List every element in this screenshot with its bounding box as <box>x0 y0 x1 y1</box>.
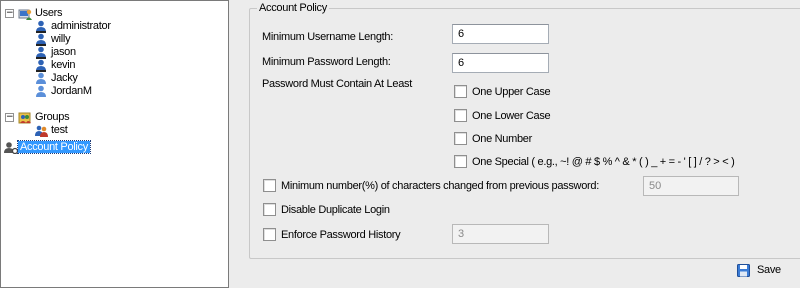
groups-folder-icon <box>18 112 31 124</box>
user-icon <box>36 33 46 46</box>
special-char-label: One Special ( e.g., ~! @ # $ % ^ & * ( )… <box>472 156 735 168</box>
upper-case-checkbox[interactable] <box>454 85 467 98</box>
tree-item-user[interactable]: jason <box>49 46 78 58</box>
tree-item-account-policy[interactable]: Account Policy <box>17 140 91 154</box>
tree-item-user[interactable]: administrator <box>49 20 113 32</box>
enforce-history-input[interactable] <box>452 224 549 244</box>
save-disk-icon <box>737 263 750 277</box>
tree-item-user[interactable]: kevin <box>49 59 77 71</box>
users-collapse-toggle[interactable]: − <box>5 9 14 18</box>
number-label: One Number <box>472 133 532 145</box>
save-button[interactable]: Save <box>737 262 781 278</box>
tree-item-users[interactable]: Users <box>33 7 64 19</box>
min-username-label: Minimum Username Length: <box>262 31 393 43</box>
enforce-history-checkbox[interactable] <box>263 228 276 241</box>
user-icon <box>36 85 46 97</box>
disable-duplicate-login-label: Disable Duplicate Login <box>281 204 390 216</box>
lower-case-checkbox[interactable] <box>454 109 467 122</box>
account-policy-icon <box>4 142 18 154</box>
enforce-history-label: Enforce Password History <box>281 229 401 241</box>
users-folder-icon <box>18 9 32 20</box>
min-username-input[interactable] <box>452 24 549 44</box>
minus-icon: − <box>6 112 14 122</box>
minus-icon: − <box>6 8 14 18</box>
group-icon <box>35 125 48 137</box>
navigation-tree: − Users administrator willy jason kevin … <box>0 0 229 288</box>
groups-collapse-toggle[interactable]: − <box>5 113 14 122</box>
min-changed-checkbox[interactable] <box>263 179 276 192</box>
account-policy-panel: Account Policy Minimum Username Length: … <box>229 0 800 288</box>
user-icon <box>36 72 46 84</box>
tree-item-user[interactable]: willy <box>49 33 72 45</box>
tree-item-groups[interactable]: Groups <box>33 111 71 123</box>
min-password-input[interactable] <box>452 53 549 73</box>
tree-item-user[interactable]: JordanM <box>49 85 94 97</box>
user-icon <box>36 59 46 72</box>
user-icon <box>36 46 46 59</box>
must-contain-label: Password Must Contain At Least <box>262 78 412 90</box>
user-icon <box>36 20 46 33</box>
disable-duplicate-login-checkbox[interactable] <box>263 203 276 216</box>
min-changed-input[interactable] <box>643 176 739 196</box>
min-password-label: Minimum Password Length: <box>262 56 391 68</box>
lower-case-label: One Lower Case <box>472 110 551 122</box>
special-char-checkbox[interactable] <box>454 155 467 168</box>
upper-case-label: One Upper Case <box>472 86 551 98</box>
tree-item-user[interactable]: Jacky <box>49 72 80 84</box>
min-changed-label: Minimum number(%) of characters changed … <box>281 180 599 192</box>
tree-item-group[interactable]: test <box>49 124 70 136</box>
save-label: Save <box>757 264 781 276</box>
groupbox-title: Account Policy <box>257 1 329 15</box>
number-checkbox[interactable] <box>454 132 467 145</box>
